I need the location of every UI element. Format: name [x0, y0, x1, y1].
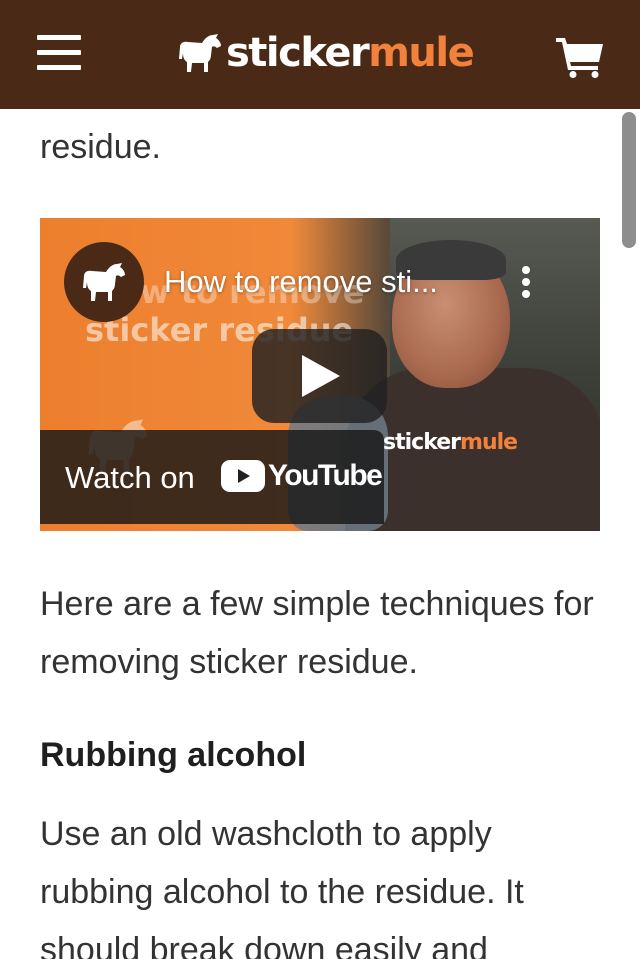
logo-text-sticker: sticker — [226, 30, 370, 76]
hamburger-icon[interactable] — [37, 33, 81, 73]
youtube-play-icon — [221, 460, 265, 492]
site-header: stickermule — [0, 0, 640, 109]
site-logo[interactable]: stickermule — [178, 28, 475, 78]
stickermule-horse-icon[interactable] — [64, 242, 144, 322]
section-paragraph: Use an old washcloth to apply rubbing al… — [40, 815, 524, 959]
play-button[interactable] — [252, 329, 387, 423]
paragraph-fragment: residue. — [40, 128, 161, 166]
video-title[interactable]: How to remove sti... — [164, 264, 438, 300]
play-icon — [301, 355, 340, 397]
logo-text-mule: mule — [368, 30, 475, 76]
intro-paragraph: Here are a few simple techniques for rem… — [40, 585, 594, 681]
section-heading: Rubbing alcohol — [40, 736, 307, 774]
horse-icon — [179, 34, 221, 72]
youtube-label: YouTube — [268, 459, 383, 492]
watch-on-label[interactable]: Watch on — [65, 460, 195, 496]
youtube-logo[interactable]: YouTube — [221, 459, 383, 493]
more-vertical-icon[interactable] — [518, 264, 534, 304]
video-shirt-logo: stickermule — [383, 430, 518, 455]
youtube-embed[interactable]: w to remove sticker residue stickermule … — [40, 218, 600, 531]
page-scrollbar[interactable] — [622, 112, 636, 248]
cart-icon[interactable] — [556, 36, 604, 78]
